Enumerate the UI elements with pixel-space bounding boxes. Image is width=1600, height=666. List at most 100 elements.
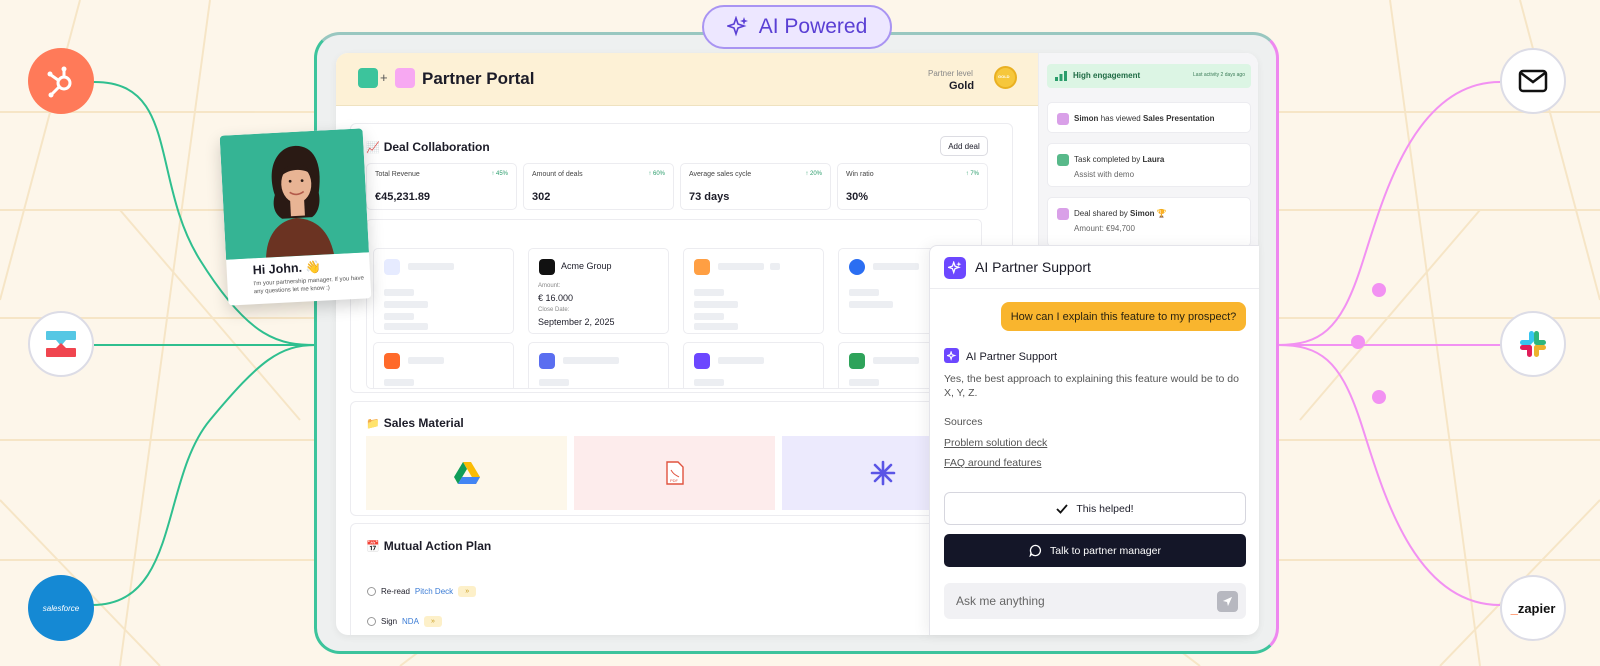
mutual-action-plan-title: 📅 Mutual Action Plan (366, 539, 492, 553)
ask-input[interactable] (944, 583, 1194, 619)
metric-average-sales-cycle: Average sales cycle ↑ 20% 73 days (680, 163, 831, 210)
ai-powered-badge: AI Powered (702, 5, 892, 49)
integration-logo[interactable] (28, 311, 94, 377)
deal-company-icon (384, 259, 400, 275)
page-title: Partner Portal (422, 69, 535, 88)
this-helped-button[interactable]: This helped! (944, 492, 1246, 525)
deal-close-label: Close Date: (538, 307, 570, 313)
trophy-icon: 🏆 (1156, 209, 1167, 218)
zapier-integration[interactable]: _zapier (1500, 575, 1566, 641)
activity-item[interactable]: Deal shared by Simon 🏆 Amount: €94,700 (1047, 197, 1251, 247)
bot-name: AI Partner Support (966, 351, 1058, 363)
deal-collaboration-card: 📈 Deal Collaboration Add deal Total Reven… (350, 123, 1013, 393)
calendar-icon: 📅 (366, 541, 380, 553)
avatar (1057, 154, 1069, 166)
action-checkbox[interactable] (367, 587, 376, 596)
chat-header: AI Partner Support (930, 246, 1259, 289)
deal-company-icon (539, 353, 555, 369)
ai-powered-label: AI Powered (758, 15, 868, 38)
sources-label: Sources (944, 416, 983, 428)
metric-win-ratio: Win ratio ↑ 7% 30% (837, 163, 988, 210)
nda-link[interactable]: NDA (402, 617, 419, 626)
slack-integration[interactable] (1500, 311, 1566, 377)
pdf-tile[interactable]: PDF (574, 436, 775, 510)
talk-to-partner-manager-button[interactable]: Talk to partner manager (944, 534, 1246, 567)
ask-input-container (944, 583, 1246, 619)
ai-sparkle-icon (944, 257, 966, 279)
company-logo (358, 68, 378, 88)
send-icon (1222, 596, 1233, 607)
mail-icon (1518, 69, 1548, 93)
partner-logo (395, 68, 415, 88)
plus-sign: + (380, 70, 388, 85)
hubspot-icon (47, 66, 72, 98)
source-link[interactable]: FAQ around features (944, 457, 1041, 469)
metric-amount-of-deals: Amount of deals ↑ 60% 302 (523, 163, 674, 210)
sales-material-card: 📁 Sales Material PDF (350, 401, 1013, 516)
partner-level-label: Partner level (928, 69, 973, 78)
mail-integration[interactable] (1500, 48, 1566, 114)
add-deal-button[interactable]: Add deal (940, 136, 988, 156)
activity-item[interactable]: Simon has viewed Sales Presentation (1047, 102, 1251, 133)
action-item[interactable]: Sign NDA » (367, 616, 442, 627)
lightning-tag-icon: » (458, 586, 477, 597)
chat-title: AI Partner Support (975, 259, 1091, 275)
deal-card[interactable] (683, 248, 824, 334)
deal-amount-label: Amount: (538, 283, 561, 289)
ai-sparkle-icon (944, 348, 959, 363)
pdf-file-icon: PDF (665, 461, 684, 485)
activity-item[interactable]: Task completed by Laura Assist with demo (1047, 143, 1251, 187)
ai-support-chat: AI Partner Support How can I explain thi… (929, 245, 1259, 635)
gold-medal-icon: GOLD (994, 66, 1017, 89)
salesforce-logo-text: salesforce (42, 603, 80, 613)
signal-bars-icon (1055, 71, 1067, 81)
hubspot-logo[interactable] (28, 48, 94, 114)
deal-amount: € 16.000 (538, 293, 574, 303)
person-illustration (219, 128, 369, 260)
partner-manager-card: Hi John. 👋 I'm your partnership manager.… (219, 128, 372, 306)
lightning-tag-icon: » (423, 616, 442, 627)
deal-company-icon (849, 259, 865, 275)
pitch-deck-link[interactable]: Pitch Deck (415, 587, 453, 596)
deal-board: Acme Group Amount: € 16.000 Close Date: … (366, 219, 982, 389)
deal-card-acme[interactable]: Acme Group Amount: € 16.000 Close Date: … (528, 248, 669, 334)
deal-card[interactable] (373, 342, 514, 388)
send-button[interactable] (1217, 591, 1238, 612)
zapier-logo-text: _zapier (1510, 600, 1556, 616)
check-icon (1056, 503, 1069, 514)
deal-company-icon (694, 353, 710, 369)
sales-material-title: 📁 Sales Material (366, 416, 464, 430)
deal-company-icon (694, 259, 710, 275)
deal-collaboration-title: 📈 Deal Collaboration (366, 140, 490, 154)
sparkles-icon (726, 16, 748, 37)
action-item[interactable]: Re-read Pitch Deck » (367, 586, 477, 597)
action-checkbox[interactable] (367, 617, 376, 626)
deal-card[interactable] (528, 342, 669, 388)
source-link[interactable]: Problem solution deck (944, 437, 1047, 449)
chart-icon: 📈 (366, 142, 380, 154)
user-message: How can I explain this feature to my pro… (1001, 302, 1246, 331)
engagement-banner: High engagement Last activity 2 days ago (1047, 64, 1251, 88)
greeting-text: Hi John. 👋 (252, 259, 322, 278)
mutual-action-plan-card: 📅 Mutual Action Plan Re-read Pitch Deck »… (350, 523, 1013, 635)
deal-company-icon (849, 353, 865, 369)
metric-total-revenue: Total Revenue ↑ 45% €45,231.89 (366, 163, 517, 210)
deal-card[interactable] (373, 248, 514, 334)
acme-logo-icon (539, 259, 555, 275)
layers-logo-icon (46, 331, 76, 357)
deal-close-date: September 2, 2025 (538, 317, 615, 327)
partner-level-value: Gold (949, 80, 975, 92)
folder-icon: 📁 (366, 418, 380, 430)
google-drive-tile[interactable] (366, 436, 567, 510)
svg-text:PDF: PDF (670, 478, 679, 483)
portal-header: + Partner Portal Partner level Gold GOLD (336, 53, 1038, 106)
salesforce-logo[interactable]: salesforce (28, 575, 94, 641)
deal-company-name: Acme Group (561, 261, 612, 271)
deal-company-icon (384, 353, 400, 369)
bot-message: Yes, the best approach to explaining thi… (944, 373, 1239, 400)
partner-manager-photo (219, 128, 369, 260)
avatar (1057, 113, 1069, 125)
deal-card[interactable] (683, 342, 824, 388)
slack-icon (1520, 331, 1546, 357)
avatar (1057, 208, 1069, 220)
